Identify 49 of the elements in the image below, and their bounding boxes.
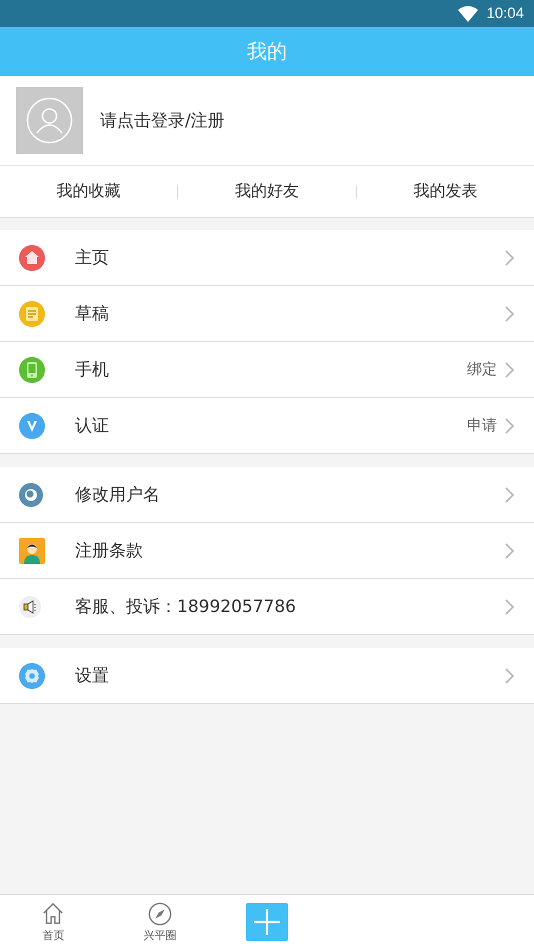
plus-icon xyxy=(254,909,280,935)
menu-value: 申请 xyxy=(467,416,497,435)
phone-icon xyxy=(19,356,45,382)
menu-item[interactable]: 主页 xyxy=(0,230,534,285)
nav-tab[interactable]: 首页 xyxy=(0,895,107,949)
menu-item[interactable]: 设置 xyxy=(0,648,534,703)
compass-icon xyxy=(148,902,172,926)
add-button[interactable] xyxy=(246,903,288,941)
page-title: 我的 xyxy=(247,38,287,65)
menu-item[interactable]: 草稿 xyxy=(0,285,534,341)
menu-item[interactable]: 修改用户名 xyxy=(0,467,534,522)
menu-label: 草稿 xyxy=(75,303,110,325)
edit-profile-icon xyxy=(19,482,43,506)
menu-label: 主页 xyxy=(75,247,110,269)
menu-item[interactable]: 客服、投诉：18992057786 xyxy=(0,578,534,634)
person-icon xyxy=(19,538,45,564)
chevron-right-icon xyxy=(505,306,514,322)
note-icon xyxy=(19,300,45,326)
quick-link[interactable]: 我的收藏 xyxy=(0,175,178,208)
clock-time: 10:04 xyxy=(486,5,524,22)
chevron-right-icon xyxy=(505,668,514,684)
menu-label: 客服、投诉：18992057786 xyxy=(75,596,297,618)
menu-label: 手机 xyxy=(75,359,110,381)
menu-label: 注册条款 xyxy=(75,540,144,562)
avatar-icon xyxy=(16,87,83,154)
house-icon xyxy=(19,244,45,270)
menu-label: 设置 xyxy=(75,665,110,687)
menu-item[interactable]: 认证 申请 xyxy=(0,397,534,453)
wifi-icon xyxy=(458,6,478,22)
chevron-right-icon xyxy=(505,250,514,266)
quick-link[interactable]: 我的好友 xyxy=(178,175,356,208)
chevron-right-icon xyxy=(505,418,514,434)
chevron-right-icon xyxy=(505,598,514,614)
menu-value: 绑定 xyxy=(467,360,497,379)
chevron-right-icon xyxy=(505,542,514,558)
house-icon xyxy=(41,902,66,926)
chevron-right-icon xyxy=(505,486,514,502)
menu-item[interactable]: 注册条款 xyxy=(0,522,534,578)
megaphone-icon xyxy=(19,596,41,618)
menu-item[interactable]: 手机 绑定 xyxy=(0,341,534,397)
chevron-right-icon xyxy=(505,362,514,378)
login-row[interactable]: 请点击登录/注册 xyxy=(0,76,534,166)
verified-icon xyxy=(19,412,45,438)
menu-label: 认证 xyxy=(75,415,110,437)
menu-label: 修改用户名 xyxy=(75,484,161,506)
login-prompt: 请点击登录/注册 xyxy=(100,110,225,132)
nav-tab[interactable]: 兴平圈 xyxy=(106,895,214,949)
quick-link[interactable]: 我的发表 xyxy=(356,175,534,208)
settings-icon xyxy=(19,662,45,688)
